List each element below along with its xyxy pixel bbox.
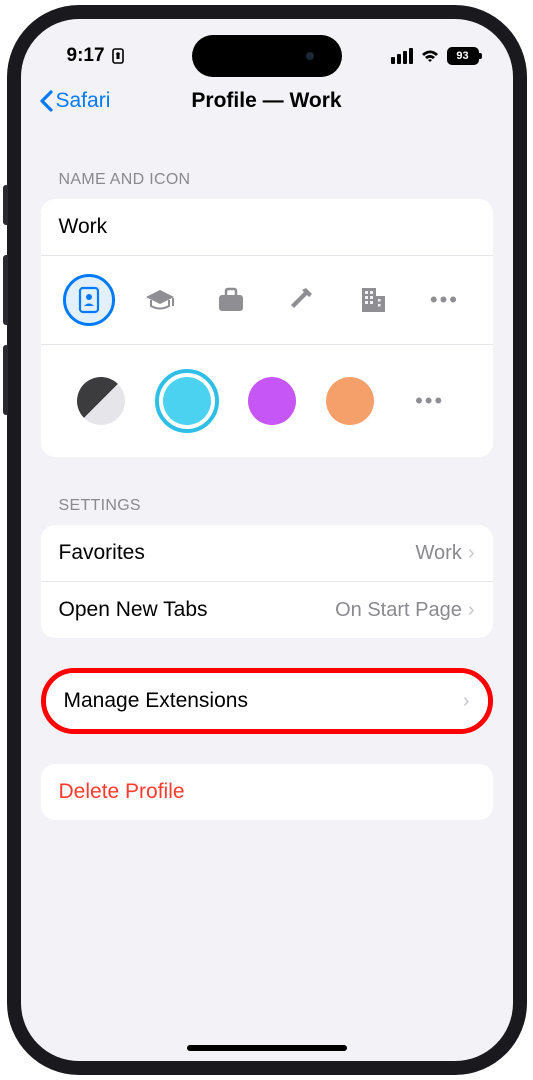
page-title: Profile — Work [191,89,341,113]
chevron-right-icon: › [463,690,470,713]
back-button[interactable]: Safari [39,89,111,113]
orientation-lock-icon [111,48,125,64]
icon-option-more[interactable]: ••• [418,287,470,313]
color-picker-row: ••• [41,345,493,457]
badge-icon [78,286,100,314]
briefcase-icon [217,287,245,313]
chevron-left-icon [39,90,53,112]
hammer-icon [288,286,316,314]
section-header-settings: SETTINGS [41,457,493,525]
back-label: Safari [56,89,111,113]
icon-option-hammer[interactable] [276,286,328,314]
color-option-more[interactable]: ••• [404,388,456,414]
building-icon [359,286,387,314]
wifi-icon [420,49,440,64]
chevron-right-icon: › [468,542,475,565]
favorites-row[interactable]: Favorites Work › [41,525,493,582]
content-area: NAME AND ICON Work [21,131,513,820]
dynamic-island [192,35,342,77]
color-option-monochrome[interactable] [77,377,125,425]
icon-option-briefcase[interactable] [205,287,257,313]
delete-profile-card: Delete Profile [41,764,493,820]
color-option-orange[interactable] [326,377,374,425]
manage-extensions-card: Manage Extensions › [46,673,488,729]
icon-picker-row: ••• [41,256,493,345]
section-header-name-icon: NAME AND ICON [41,131,493,199]
screen: 9:17 93 Safari Profile — Work NAME AND I… [21,19,513,1061]
battery-icon: 93 [447,47,479,65]
favorites-value: Work › [416,542,475,565]
phone-frame: 9:17 93 Safari Profile — Work NAME AND I… [7,5,527,1075]
profile-name-field[interactable]: Work [41,199,493,256]
home-indicator[interactable] [187,1045,347,1051]
open-new-tabs-label: Open New Tabs [59,598,208,622]
color-option-cyan-selected[interactable] [155,369,219,433]
cellular-icon [391,48,413,64]
favorites-label: Favorites [59,541,145,565]
name-icon-card: Work [41,199,493,457]
open-new-tabs-value: On Start Page › [335,599,474,622]
chevron-right-icon: › [468,599,475,622]
settings-card: Favorites Work › Open New Tabs On Start … [41,525,493,638]
navigation-header: Safari Profile — Work [21,77,513,131]
status-time: 9:17 [67,45,105,67]
icon-option-graduation[interactable] [134,288,186,312]
icon-option-building[interactable] [347,286,399,314]
delete-profile-label: Delete Profile [59,780,185,804]
icon-option-badge[interactable] [63,274,115,326]
annotation-highlight: Manage Extensions › [41,668,493,734]
profile-name-value: Work [59,215,108,239]
side-button-silent [3,185,8,225]
side-button-volume-down [3,345,8,415]
manage-extensions-row[interactable]: Manage Extensions › [46,673,488,729]
graduation-cap-icon [144,288,176,312]
status-right: 93 [391,47,479,65]
manage-extensions-label: Manage Extensions [64,689,248,713]
side-button-volume-up [3,255,8,325]
open-new-tabs-row[interactable]: Open New Tabs On Start Page › [41,582,493,638]
status-left: 9:17 [67,45,125,67]
color-option-purple[interactable] [248,377,296,425]
delete-profile-row[interactable]: Delete Profile [41,764,493,820]
